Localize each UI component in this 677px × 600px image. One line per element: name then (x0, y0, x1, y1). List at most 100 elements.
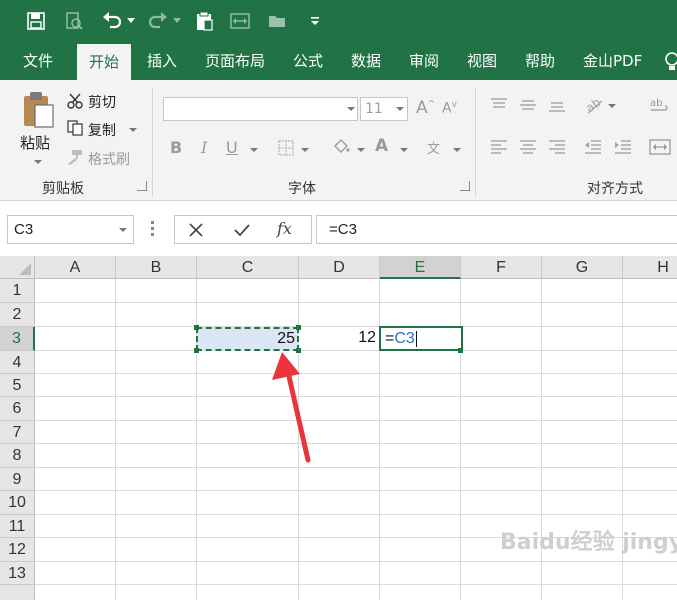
font-color-dropdown-icon[interactable] (400, 148, 408, 152)
format-painter-button[interactable]: 格式刷 (88, 149, 130, 169)
column-header-a[interactable]: A (35, 256, 116, 279)
tab-view[interactable]: 视图 (467, 42, 497, 80)
tab-formulas[interactable]: 公式 (293, 42, 323, 80)
font-color-button[interactable]: A (375, 136, 388, 156)
align-left-icon[interactable] (488, 138, 510, 156)
tab-page-layout[interactable]: 页面布局 (205, 42, 265, 80)
cancel-icon[interactable] (185, 221, 207, 239)
decrease-indent-icon[interactable] (582, 138, 604, 156)
cell-e3-active[interactable]: =C3 (379, 326, 463, 351)
bold-button[interactable]: B (170, 138, 182, 157)
decrease-font-icon[interactable]: Av (442, 100, 457, 117)
font-size-dropdown-icon[interactable] (396, 107, 404, 111)
orientation-icon[interactable]: ab (582, 94, 606, 116)
column-header-f[interactable]: F (461, 256, 542, 279)
copy-dropdown-icon[interactable] (129, 128, 137, 132)
copy-button[interactable]: 复制 (88, 120, 116, 140)
align-center-icon[interactable] (517, 138, 539, 156)
phonetic-dropdown-icon[interactable] (453, 148, 461, 152)
phonetic-button[interactable]: 文 (427, 138, 440, 157)
row-header-12[interactable]: 12 (0, 538, 35, 562)
enter-icon[interactable] (231, 221, 253, 239)
name-box-dropdown-icon[interactable] (119, 228, 127, 232)
save-icon[interactable] (24, 9, 48, 33)
tab-home[interactable]: 开始 (77, 44, 132, 80)
orientation-dropdown-icon[interactable] (608, 104, 616, 108)
row-header-6[interactable]: 6 (0, 397, 35, 421)
range-handle[interactable] (194, 325, 199, 330)
name-box[interactable]: C3 (7, 215, 134, 244)
paste-icon[interactable] (20, 90, 56, 130)
scissors-icon[interactable] (66, 92, 84, 110)
merge-cells-icon[interactable] (228, 9, 252, 33)
paste-label[interactable]: 粘贴 (20, 132, 50, 153)
fill-color-dropdown-icon[interactable] (357, 148, 365, 152)
grid-line (115, 279, 116, 600)
column-header-b[interactable]: B (116, 256, 197, 279)
font-name-combo[interactable] (163, 97, 358, 121)
formula-input[interactable]: =C3 (316, 215, 677, 244)
italic-button[interactable]: I (201, 138, 207, 157)
copy-icon[interactable] (66, 119, 84, 137)
align-middle-icon[interactable] (517, 96, 539, 114)
row-header-2[interactable]: 2 (0, 303, 35, 327)
borders-dropdown-icon[interactable] (301, 148, 309, 152)
row-header-4[interactable]: 4 (0, 351, 35, 374)
fill-color-icon[interactable] (330, 136, 352, 158)
font-launcher-icon[interactable] (460, 181, 470, 191)
row-header-9[interactable]: 9 (0, 468, 35, 491)
underline-button[interactable]: U (226, 138, 238, 157)
tab-data[interactable]: 数据 (351, 42, 381, 80)
resize-handle-icon[interactable] (151, 221, 154, 237)
select-all-corner[interactable] (0, 256, 35, 279)
clipboard-launcher-icon[interactable] (137, 181, 147, 191)
worksheet-grid[interactable]: A B C D E F G H 1 2 3 4 5 6 7 8 9 10 11 … (0, 256, 677, 600)
increase-font-icon[interactable]: A^ (416, 98, 435, 118)
undo-dropdown-icon[interactable] (126, 9, 136, 33)
open-folder-icon[interactable] (266, 9, 290, 33)
column-header-d[interactable]: D (299, 256, 380, 279)
align-top-icon[interactable] (488, 96, 510, 114)
undo-icon[interactable] (100, 9, 124, 33)
row-header-13[interactable]: 13 (0, 562, 35, 585)
align-bottom-icon[interactable] (546, 96, 568, 114)
tab-kingsoft-pdf[interactable]: 金山PDF (583, 42, 642, 80)
customize-toolbar-icon[interactable] (308, 9, 322, 33)
insert-function-button[interactable]: fx (277, 219, 292, 238)
increase-indent-icon[interactable] (612, 138, 634, 156)
tab-file[interactable]: 文件 (23, 42, 53, 80)
paste-dropdown-icon[interactable] (34, 160, 42, 164)
wrap-text-icon[interactable]: ab (648, 94, 672, 116)
column-header-c[interactable]: C (197, 256, 299, 279)
underline-dropdown-icon[interactable] (250, 148, 258, 152)
cut-button[interactable]: 剪切 (88, 92, 116, 112)
row-header-11[interactable]: 11 (0, 515, 35, 538)
format-painter-icon[interactable] (66, 148, 84, 166)
fill-handle[interactable] (458, 348, 463, 353)
borders-icon[interactable] (276, 138, 296, 158)
font-name-dropdown-icon[interactable] (347, 107, 355, 111)
formula-equals: = (385, 330, 395, 347)
merge-center-icon[interactable] (648, 136, 672, 158)
clipboard-icon[interactable] (192, 9, 216, 33)
print-preview-icon[interactable] (62, 9, 86, 33)
row-header-7[interactable]: 7 (0, 421, 35, 444)
tab-help[interactable]: 帮助 (525, 42, 555, 80)
tab-insert[interactable]: 插入 (147, 42, 177, 80)
redo-icon[interactable] (146, 9, 170, 33)
row-header-14[interactable] (0, 585, 35, 600)
column-header-g[interactable]: G (542, 256, 623, 279)
row-header-5[interactable]: 5 (0, 374, 35, 397)
row-header-1[interactable]: 1 (0, 279, 35, 303)
column-header-e[interactable]: E (380, 256, 461, 279)
tab-review[interactable]: 审阅 (409, 42, 439, 80)
column-header-h[interactable]: H (623, 256, 677, 279)
row-header-3[interactable]: 3 (0, 327, 35, 351)
lightbulb-icon[interactable] (664, 52, 677, 76)
redo-dropdown-icon[interactable] (172, 9, 182, 33)
row-header-8[interactable]: 8 (0, 444, 35, 468)
range-handle[interactable] (194, 348, 199, 353)
group-separator (475, 88, 476, 196)
align-right-icon[interactable] (546, 138, 568, 156)
row-header-10[interactable]: 10 (0, 491, 35, 515)
